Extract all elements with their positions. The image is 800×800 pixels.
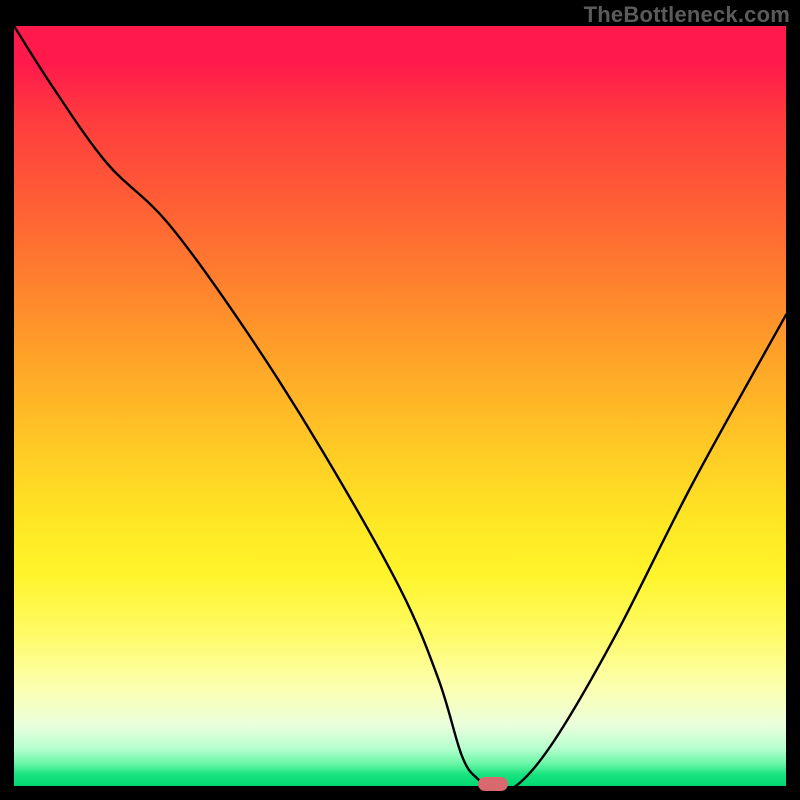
chart-frame: TheBottleneck.com (0, 0, 800, 800)
plot-area (14, 26, 786, 786)
bottleneck-curve (14, 26, 786, 786)
watermark-text: TheBottleneck.com (584, 2, 790, 28)
optimal-point-marker (478, 777, 508, 791)
